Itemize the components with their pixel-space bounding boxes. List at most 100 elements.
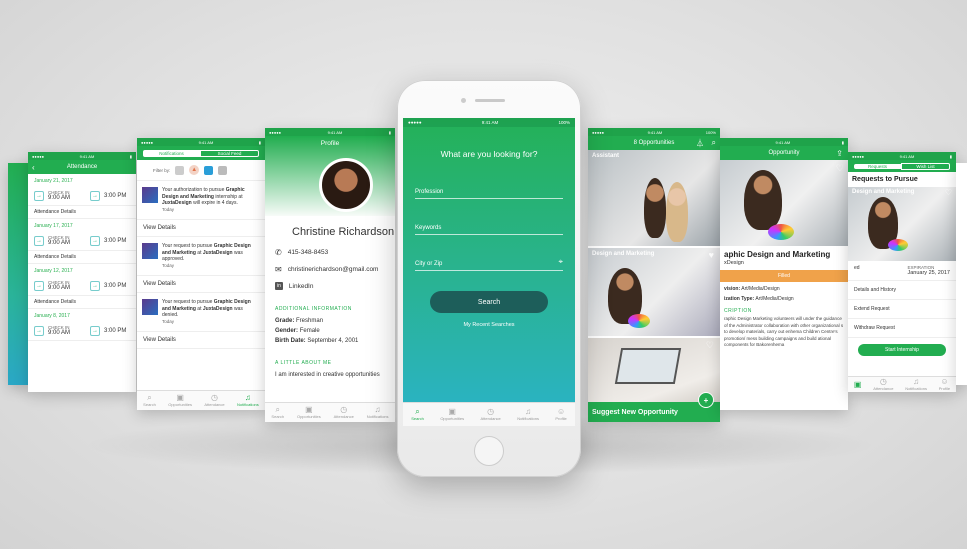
attendance-date: January 21, 2017 [34, 178, 73, 184]
notification-text: Your request to pursue [162, 299, 214, 305]
home-button[interactable] [474, 436, 504, 466]
check-in-icon: → [34, 190, 44, 201]
start-internship-button[interactable]: Start Internship [858, 344, 946, 356]
attendance-row[interactable]: → CHECK IN 9:00 AM → 3:00 PM [28, 276, 136, 296]
attendance-row[interactable]: → CHECK IN 9:00 AM → 3:00 PM [28, 321, 136, 341]
tab-wish-list[interactable]: Wish List [901, 162, 950, 170]
request-status: ed [854, 265, 860, 271]
notification-text: internship at [213, 193, 243, 200]
attendance-details-link[interactable]: Attendance Details [28, 251, 136, 264]
check-out-icon: → [90, 325, 101, 336]
tab-notifications[interactable]: ♫ Notifications [367, 406, 389, 420]
tab-opportunities[interactable]: ▣ Opportunities [440, 408, 465, 422]
withdraw-request-row[interactable]: Withdraw Request [848, 319, 956, 338]
requests-title: Requests to Pursue [852, 176, 918, 183]
attendance-row[interactable]: → CHECK IN 9:00 AM → 3:00 PM [28, 186, 136, 206]
add-icon[interactable]: + [698, 392, 714, 408]
heart-icon[interactable]: ♡ [836, 163, 844, 174]
notification-item[interactable]: Your request to pursue Graphic Design an… [137, 293, 265, 332]
laptop-image [614, 348, 682, 384]
notification-text: Your authorization to pursue [162, 187, 226, 193]
status-bar: ●●●●● 9:41 AM ▮ [28, 152, 136, 160]
filter-calendar-icon[interactable] [204, 165, 214, 175]
tab-label: Opportunities [440, 416, 465, 421]
check-out-icon: → [90, 235, 101, 246]
tab-notifications[interactable]: ♫ Notifications [905, 378, 927, 392]
segmented-control: Notifications Social Feed [137, 146, 265, 160]
birth-label: Birth Date: [275, 338, 306, 344]
opportunity-card[interactable]: Design and Marketing ♥ [588, 248, 720, 336]
extend-request-row[interactable]: Extend Request [848, 300, 956, 319]
tab-opportunities[interactable]: ▣ [853, 379, 862, 389]
battery-level: 100% [558, 120, 570, 125]
view-details-link[interactable]: View Details [137, 332, 265, 349]
heart-icon[interactable]: ♡ [706, 340, 714, 351]
linkedin-row[interactable]: in LinkedIn [265, 278, 395, 294]
opportunity-title: Opportunity [768, 150, 800, 156]
segmented-control: Requests Wish List [848, 160, 956, 172]
tab-social-feed[interactable]: Social Feed [200, 149, 259, 157]
gender-label: Gender: [275, 328, 299, 334]
city-placeholder: City or Zip [415, 261, 443, 267]
heart-icon[interactable]: ♥ [709, 250, 714, 260]
filter-attendance-icon[interactable] [175, 165, 185, 175]
person-icon: ☺ [557, 407, 566, 416]
keywords-input[interactable]: Keywords [415, 217, 563, 235]
search-icon[interactable]: ⌕ [712, 138, 716, 148]
tab-attendance[interactable]: ◷ Attendance [873, 378, 893, 392]
attendance-row[interactable]: → CHECK IN 9:00 AM → 3:00 PM [28, 231, 136, 251]
tab-notifications[interactable]: Notifications [143, 149, 200, 157]
location-target-icon[interactable]: ⌖ [558, 257, 563, 267]
email-row[interactable]: ✉ christinerichardson@gmail.com [265, 261, 395, 278]
briefcase-icon: ▣ [853, 379, 862, 389]
tab-label: Profile [938, 386, 951, 391]
attendance-details-link[interactable]: Attendance Details [28, 206, 136, 219]
check-in-icon: → [34, 325, 44, 336]
front-camera [461, 98, 466, 103]
attendance-details-link[interactable]: Attendance Details [28, 296, 136, 309]
description-text: raphic Design Marketing volunteers will … [724, 316, 844, 347]
status-bar: ●●●●● 9:41 AM ▮ [137, 138, 265, 146]
tab-attendance[interactable]: ◷ Attendance [481, 408, 501, 422]
opportunity-photo: ♡ [720, 160, 848, 246]
tab-notifications[interactable]: ♫ Notifications [517, 408, 539, 422]
tab-label: Notifications [236, 402, 259, 407]
view-details-link[interactable]: View Details [137, 220, 265, 237]
status-bar: ●●●●● 9:41 AM ▮ [848, 152, 956, 160]
view-details-link[interactable]: View Details [137, 276, 265, 293]
city-zip-input[interactable]: City or Zip ⌖ [415, 253, 563, 271]
requests-screen: ●●●●● 9:41 AM ▮ Requests Wish List Request… [848, 152, 956, 392]
opportunity-heading: aphic Design and Marketing [724, 250, 831, 259]
opportunity-card[interactable]: Assistant [588, 150, 720, 246]
opportunities-title: 8 Opportunities [633, 140, 675, 146]
request-card[interactable]: Design and Marketing ♡ [848, 187, 956, 261]
phone-row[interactable]: ✆ 415-348-8453 [265, 244, 395, 261]
heart-icon[interactable]: ♡ [945, 188, 952, 197]
tab-requests[interactable]: Requests [854, 163, 901, 169]
tab-attendance[interactable]: ◷ Attendance [334, 406, 354, 420]
back-chevron-icon[interactable]: ‹ [32, 163, 35, 172]
tab-opportunities[interactable]: ▣ Opportunities [297, 406, 321, 420]
filter-icon[interactable]: ⏃ [696, 138, 704, 149]
search-icon: ⌕ [415, 407, 420, 416]
tab-opportunities[interactable]: ▣ Opportunities [168, 394, 192, 408]
share-icon[interactable]: ⇪ [836, 149, 843, 158]
notification-item[interactable]: Your request to pursue Graphic Design an… [137, 237, 265, 276]
suggest-opportunity-button[interactable]: Suggest New Opportunity + [588, 392, 720, 422]
search-button[interactable]: Search [430, 291, 548, 313]
filter-alert-icon[interactable]: ▲ [189, 165, 200, 175]
profession-input[interactable]: Profession [415, 181, 563, 199]
tab-search[interactable]: ⌕ Search [271, 406, 284, 420]
tab-search[interactable]: ⌕ Search [411, 407, 424, 422]
tab-attendance[interactable]: ◷ Attendance [204, 394, 224, 408]
about-text: I am interested in creative opportunitie… [275, 372, 380, 378]
filter-doc-icon[interactable] [218, 165, 228, 175]
notification-item[interactable]: Your authorization to pursue Graphic Des… [137, 181, 265, 220]
tab-label: Profile [555, 416, 567, 421]
tab-profile[interactable]: ☺ Profile [938, 378, 951, 392]
details-history-row[interactable]: Details and History [848, 281, 956, 300]
tab-search[interactable]: ⌕ Search [143, 394, 156, 408]
tab-notifications[interactable]: ♫ Notifications [236, 394, 259, 408]
tab-profile[interactable]: ☺ Profile [555, 407, 567, 422]
recent-searches-link[interactable]: My Recent Searches [403, 322, 575, 328]
